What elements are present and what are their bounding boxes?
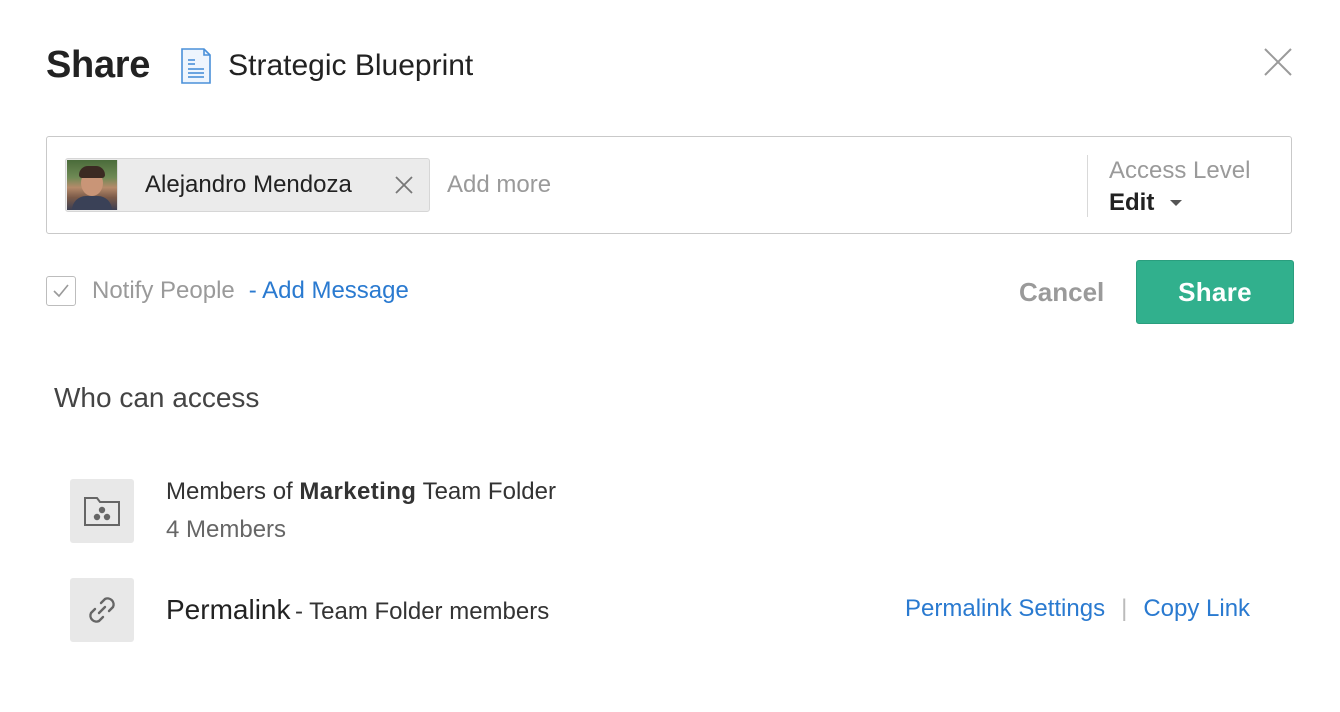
close-icon[interactable]: [393, 174, 415, 196]
separator: |: [1121, 595, 1128, 622]
team-folder-line: Members of Marketing Team Folder: [166, 478, 556, 506]
access-level-dropdown[interactable]: Access Level Edit: [1109, 157, 1250, 217]
document-name: Strategic Blueprint: [228, 48, 474, 82]
access-item-permalink: Permalink - Team Folder members: [70, 578, 549, 642]
access-item-team-folder: Members of Marketing Team Folder 4 Membe…: [70, 478, 556, 544]
permalink-scope: - Team Folder members: [294, 598, 550, 625]
notify-label: Notify People: [92, 277, 235, 304]
team-folder-name: Marketing: [299, 478, 417, 505]
checkmark-icon: [53, 284, 69, 298]
add-more-input[interactable]: [447, 171, 1047, 199]
team-folder-icon: [70, 479, 134, 543]
avatar: [67, 160, 118, 210]
permalink-text: Permalink - Team Folder members: [166, 594, 549, 626]
team-folder-prefix: Members of: [166, 478, 293, 505]
caret-down-icon: [1170, 200, 1183, 206]
share-dialog: Share Strategic Blueprint Alejandro Mend…: [0, 0, 1340, 712]
access-level-label: Access Level: [1109, 157, 1251, 184]
cancel-button[interactable]: Cancel: [1019, 277, 1104, 308]
access-level-value-row: Edit: [1109, 189, 1250, 217]
copy-link-button[interactable]: Copy Link: [1143, 595, 1250, 623]
divider: [1087, 155, 1088, 217]
access-item-text: Members of Marketing Team Folder 4 Membe…: [166, 478, 556, 544]
document-icon: [180, 47, 212, 84]
notify-row: Notify People - Add Message: [46, 276, 409, 306]
notify-checkbox[interactable]: [46, 276, 76, 306]
close-icon[interactable]: [1262, 46, 1294, 78]
recipients-field[interactable]: Alejandro Mendoza Access Level Edit: [46, 136, 1292, 234]
dialog-header: Share Strategic Blueprint: [46, 44, 473, 87]
add-message-link[interactable]: - Add Message: [249, 277, 409, 305]
permalink-label: Permalink: [166, 594, 291, 625]
permalink-actions: Permalink Settings | Copy Link: [905, 595, 1250, 623]
link-icon: [70, 578, 134, 642]
recipient-chip: Alejandro Mendoza: [65, 158, 430, 212]
section-title: Who can access: [54, 382, 260, 413]
member-count: 4 Members: [166, 516, 287, 543]
team-folder-suffix: Team Folder: [422, 478, 556, 505]
share-button[interactable]: Share: [1136, 260, 1294, 324]
recipient-name: Alejandro Mendoza: [145, 171, 352, 198]
permalink-settings-link[interactable]: Permalink Settings: [905, 595, 1105, 623]
access-level-value: Edit: [1109, 189, 1155, 216]
dialog-title: Share: [46, 44, 151, 86]
